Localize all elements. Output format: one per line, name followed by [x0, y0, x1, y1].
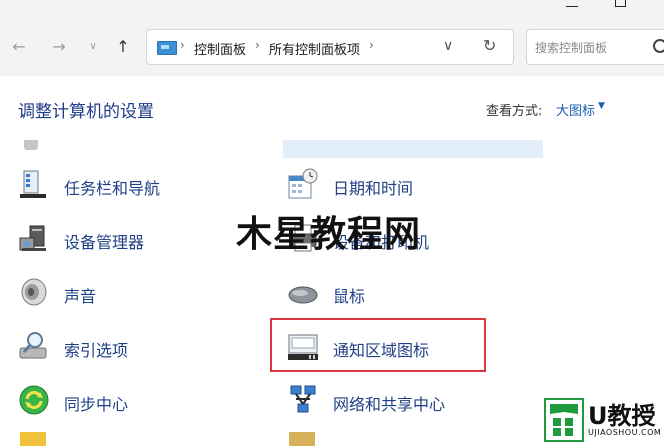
search-icon[interactable] — [653, 39, 664, 53]
calendar-clock-icon — [288, 168, 318, 199]
search-box[interactable]: 搜索控制面板 — [526, 29, 664, 65]
caret-down-icon[interactable]: ▼ — [598, 101, 605, 111]
breadcrumb-separator-icon[interactable]: › — [180, 38, 185, 52]
partial-item-icon — [18, 140, 44, 154]
breadcrumb-separator-icon[interactable]: › — [255, 38, 260, 52]
watermark-text: 木星教程网 — [236, 214, 422, 255]
page-title: 调整计算机的设置 — [18, 102, 154, 122]
indexing-icon — [19, 332, 47, 359]
item-label[interactable]: 任务栏和导航 — [64, 175, 160, 199]
logo-url-text: UJIAOSHOU.COM — [588, 428, 662, 437]
network-icon — [290, 385, 316, 413]
partial-item-highlight — [283, 140, 543, 158]
maximize-icon[interactable] — [606, 0, 636, 14]
navigation-bar: ← → ∨ ↑ › 控制面板 › 所有控制面板项 › ∨ ↻ 搜索控制面板 — [0, 22, 664, 76]
list-item-indexing[interactable]: 索引选项 — [18, 330, 218, 364]
recent-locations-chevron-icon[interactable]: ∨ — [82, 36, 104, 58]
control-panel-icon — [157, 41, 177, 55]
back-arrow-icon[interactable]: ← — [8, 36, 30, 58]
list-item-mouse[interactable]: 鼠标 — [287, 276, 487, 310]
minimize-icon[interactable] — [556, 0, 586, 14]
list-item-network-sharing[interactable]: 网络和共享中心 — [287, 384, 487, 418]
item-label[interactable]: 鼠标 — [333, 283, 365, 307]
forward-arrow-icon[interactable]: → — [48, 36, 70, 58]
logo-icon — [544, 398, 584, 442]
item-label[interactable]: 声音 — [64, 283, 96, 307]
highlight-annotation — [270, 318, 486, 372]
view-mode-dropdown[interactable]: 大图标 — [556, 100, 595, 119]
list-item-sound[interactable]: 声音 — [18, 276, 218, 310]
breadcrumb-separator-icon[interactable]: › — [369, 38, 374, 52]
title-bar — [0, 0, 664, 22]
up-arrow-icon[interactable]: ↑ — [112, 36, 134, 58]
list-item-taskbar[interactable]: 任务栏和导航 — [18, 168, 218, 202]
taskbar-icon — [20, 170, 46, 198]
device-manager-icon — [19, 225, 46, 251]
list-item-device-manager[interactable]: 设备管理器 — [18, 222, 218, 256]
partial-item-icon — [289, 432, 315, 446]
item-label[interactable]: 索引选项 — [64, 337, 128, 361]
address-dropdown-icon[interactable]: ∨ — [443, 38, 453, 54]
address-bar[interactable]: › 控制面板 › 所有控制面板项 › ∨ ↻ — [146, 29, 514, 65]
list-item-sync-center[interactable]: 同步中心 — [18, 384, 218, 418]
site-logo: U教授 UJIAOSHOU.COM — [544, 394, 664, 446]
refresh-icon[interactable]: ↻ — [483, 36, 496, 55]
item-label[interactable]: 网络和共享中心 — [333, 391, 445, 415]
partial-item-icon — [20, 432, 46, 446]
breadcrumb-all-items[interactable]: 所有控制面板项 — [269, 39, 360, 58]
item-label[interactable]: 设备管理器 — [64, 229, 144, 253]
logo-brand-text: U教授 — [588, 402, 656, 430]
speaker-icon — [21, 278, 47, 306]
mouse-icon — [288, 286, 318, 304]
breadcrumb-control-panel[interactable]: 控制面板 — [194, 39, 246, 58]
item-label[interactable]: 同步中心 — [64, 391, 128, 415]
sync-icon — [19, 385, 49, 415]
search-placeholder[interactable]: 搜索控制面板 — [535, 39, 607, 56]
view-by-label: 查看方式: — [486, 104, 543, 119]
item-label[interactable]: 日期和时间 — [333, 175, 413, 199]
list-item-date-time[interactable]: 日期和时间 — [287, 168, 487, 202]
